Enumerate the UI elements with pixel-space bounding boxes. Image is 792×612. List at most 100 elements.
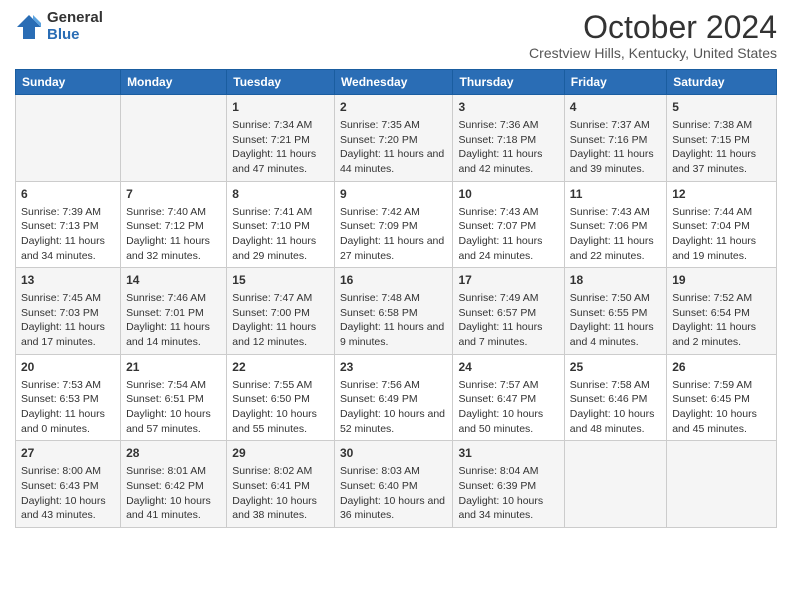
calendar-cell: 30Sunrise: 8:03 AMSunset: 6:40 PMDayligh… <box>334 441 453 528</box>
day-number: 2 <box>340 99 448 116</box>
day-info: Daylight: 10 hours and 48 minutes. <box>570 407 661 436</box>
day-info: Sunset: 6:57 PM <box>458 306 558 321</box>
calendar-cell: 25Sunrise: 7:58 AMSunset: 6:46 PMDayligh… <box>564 354 666 441</box>
week-row-2: 6Sunrise: 7:39 AMSunset: 7:13 PMDaylight… <box>16 181 777 268</box>
day-info: Daylight: 11 hours and 37 minutes. <box>672 147 771 176</box>
day-info: Sunrise: 7:59 AM <box>672 378 771 393</box>
day-number: 21 <box>126 359 221 376</box>
day-number: 31 <box>458 445 558 462</box>
day-info: Sunset: 7:07 PM <box>458 219 558 234</box>
calendar-cell: 11Sunrise: 7:43 AMSunset: 7:06 PMDayligh… <box>564 181 666 268</box>
day-info: Sunset: 6:45 PM <box>672 392 771 407</box>
day-number: 7 <box>126 186 221 203</box>
day-info: Sunset: 6:42 PM <box>126 479 221 494</box>
calendar-cell: 23Sunrise: 7:56 AMSunset: 6:49 PMDayligh… <box>334 354 453 441</box>
calendar-cell: 15Sunrise: 7:47 AMSunset: 7:00 PMDayligh… <box>227 268 335 355</box>
calendar-cell: 8Sunrise: 7:41 AMSunset: 7:10 PMDaylight… <box>227 181 335 268</box>
day-info: Sunrise: 7:53 AM <box>21 378 115 393</box>
day-number: 14 <box>126 272 221 289</box>
calendar-cell: 4Sunrise: 7:37 AMSunset: 7:16 PMDaylight… <box>564 95 666 182</box>
day-number: 13 <box>21 272 115 289</box>
day-info: Daylight: 10 hours and 57 minutes. <box>126 407 221 436</box>
logo-text: General Blue <box>47 10 103 43</box>
day-info: Daylight: 10 hours and 43 minutes. <box>21 494 115 523</box>
header-row: SundayMondayTuesdayWednesdayThursdayFrid… <box>16 70 777 95</box>
header-tuesday: Tuesday <box>227 70 335 95</box>
day-info: Sunset: 6:51 PM <box>126 392 221 407</box>
day-info: Daylight: 11 hours and 0 minutes. <box>21 407 115 436</box>
calendar-cell: 5Sunrise: 7:38 AMSunset: 7:15 PMDaylight… <box>667 95 777 182</box>
day-number: 25 <box>570 359 661 376</box>
day-info: Sunrise: 7:55 AM <box>232 378 329 393</box>
day-info: Sunrise: 7:37 AM <box>570 118 661 133</box>
day-number: 17 <box>458 272 558 289</box>
day-number: 11 <box>570 186 661 203</box>
day-number: 30 <box>340 445 448 462</box>
calendar-cell: 13Sunrise: 7:45 AMSunset: 7:03 PMDayligh… <box>16 268 121 355</box>
calendar-cell: 7Sunrise: 7:40 AMSunset: 7:12 PMDaylight… <box>121 181 227 268</box>
day-info: Daylight: 11 hours and 32 minutes. <box>126 234 221 263</box>
day-info: Sunrise: 8:00 AM <box>21 464 115 479</box>
day-info: Sunrise: 8:02 AM <box>232 464 329 479</box>
day-info: Daylight: 10 hours and 52 minutes. <box>340 407 448 436</box>
day-info: Sunrise: 7:43 AM <box>458 205 558 220</box>
day-info: Daylight: 11 hours and 27 minutes. <box>340 234 448 263</box>
day-number: 28 <box>126 445 221 462</box>
calendar-cell: 20 Sunrise: 7:53 AMSunset: 6:53 PMDayligh… <box>16 354 121 441</box>
day-number: 16 <box>340 272 448 289</box>
week-row-3: 13Sunrise: 7:45 AMSunset: 7:03 PMDayligh… <box>16 268 777 355</box>
calendar-cell: 31Sunrise: 8:04 AMSunset: 6:39 PMDayligh… <box>453 441 564 528</box>
calendar-cell: 3Sunrise: 7:36 AMSunset: 7:18 PMDaylight… <box>453 95 564 182</box>
day-info: Daylight: 10 hours and 50 minutes. <box>458 407 558 436</box>
day-info: Sunset: 6:55 PM <box>570 306 661 321</box>
calendar-cell <box>667 441 777 528</box>
day-info: Sunrise: 7:39 AM <box>21 205 115 220</box>
day-info: Sunset: 6:41 PM <box>232 479 329 494</box>
day-info: Daylight: 11 hours and 14 minutes. <box>126 320 221 349</box>
day-info: Sunrise: 7:42 AM <box>340 205 448 220</box>
day-info: Sunset: 6:39 PM <box>458 479 558 494</box>
header-sunday: Sunday <box>16 70 121 95</box>
day-info: Sunrise: 8:01 AM <box>126 464 221 479</box>
calendar-cell <box>16 95 121 182</box>
day-number: 23 <box>340 359 448 376</box>
title-area: October 2024 Crestview Hills, Kentucky, … <box>529 10 777 61</box>
day-number: 1 <box>232 99 329 116</box>
day-info: Daylight: 11 hours and 7 minutes. <box>458 320 558 349</box>
week-row-4: 20Sunrise: 7:53 AMSunset: 6:53 PMDayligh… <box>16 354 777 441</box>
day-info: Sunrise: 7:38 AM <box>672 118 771 133</box>
calendar-cell: 29Sunrise: 8:02 AMSunset: 6:41 PMDayligh… <box>227 441 335 528</box>
day-info: Sunset: 7:15 PM <box>672 133 771 148</box>
week-row-5: 27Sunrise: 8:00 AMSunset: 6:43 PMDayligh… <box>16 441 777 528</box>
calendar-cell: 16Sunrise: 7:48 AMSunset: 6:58 PMDayligh… <box>334 268 453 355</box>
header-friday: Friday <box>564 70 666 95</box>
day-info: Daylight: 11 hours and 9 minutes. <box>340 320 448 349</box>
day-info: Daylight: 11 hours and 47 minutes. <box>232 147 329 176</box>
day-info: Sunrise: 8:03 AM <box>340 464 448 479</box>
day-info: Daylight: 11 hours and 4 minutes. <box>570 320 661 349</box>
day-info: Sunset: 6:50 PM <box>232 392 329 407</box>
calendar-cell: 22Sunrise: 7:55 AMSunset: 6:50 PMDayligh… <box>227 354 335 441</box>
day-info: Daylight: 11 hours and 44 minutes. <box>340 147 448 176</box>
day-info: Sunrise: 7:46 AM <box>126 291 221 306</box>
day-info: Sunrise: 7:45 AM <box>21 291 115 306</box>
day-number: 9 <box>340 186 448 203</box>
day-info: Sunset: 7:13 PM <box>21 219 115 234</box>
calendar-cell: 9 Sunrise: 7:42 AMSunset: 7:09 PMDaylight… <box>334 181 453 268</box>
day-info: Daylight: 10 hours and 36 minutes. <box>340 494 448 523</box>
day-info: Daylight: 11 hours and 19 minutes. <box>672 234 771 263</box>
day-number: 20 <box>21 359 115 376</box>
day-info: Sunset: 7:09 PM <box>340 219 448 234</box>
day-number: 12 <box>672 186 771 203</box>
day-info: Sunrise: 7:47 AM <box>232 291 329 306</box>
calendar-cell: 18Sunrise: 7:50 AMSunset: 6:55 PMDayligh… <box>564 268 666 355</box>
day-info: Daylight: 10 hours and 38 minutes. <box>232 494 329 523</box>
day-info: Daylight: 11 hours and 2 minutes. <box>672 320 771 349</box>
day-info: Sunset: 6:43 PM <box>21 479 115 494</box>
day-number: 15 <box>232 272 329 289</box>
day-info: Daylight: 11 hours and 29 minutes. <box>232 234 329 263</box>
day-info: Sunset: 6:47 PM <box>458 392 558 407</box>
day-info: Daylight: 10 hours and 34 minutes. <box>458 494 558 523</box>
calendar-cell: 26Sunrise: 7:59 AMSunset: 6:45 PMDayligh… <box>667 354 777 441</box>
day-info: Sunset: 6:53 PM <box>21 392 115 407</box>
